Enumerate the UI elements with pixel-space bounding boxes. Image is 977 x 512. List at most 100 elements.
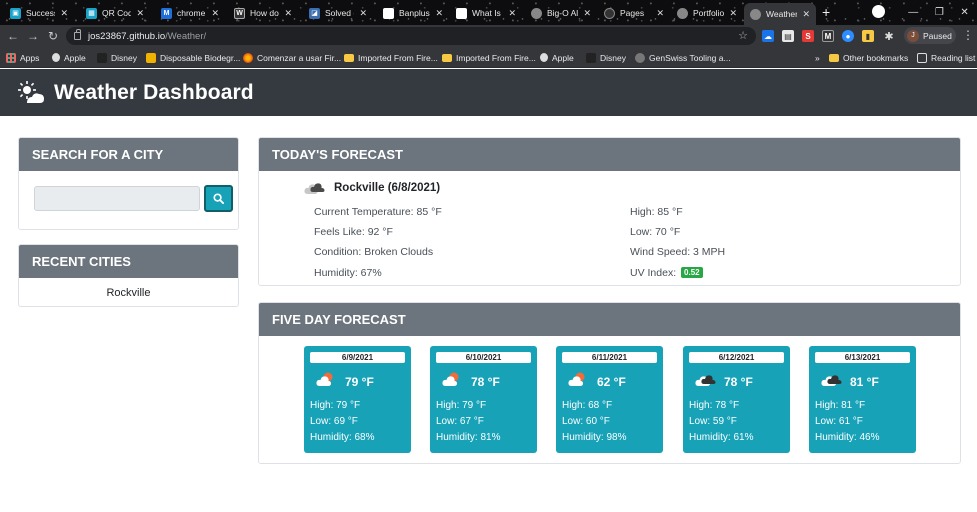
search-button[interactable] bbox=[204, 185, 233, 212]
folder-icon bbox=[829, 53, 839, 62]
bookmark-label: Apple bbox=[64, 52, 86, 63]
lock-icon[interactable] bbox=[74, 29, 81, 40]
bookmark-disposable[interactable]: Disposable Biodegr... bbox=[146, 51, 240, 64]
high-temperature: High: 85 °F bbox=[630, 206, 683, 218]
url-text[interactable]: jos23867.github.io/Weather/ bbox=[88, 31, 206, 42]
new-tab-button[interactable]: + bbox=[822, 4, 830, 20]
page-icon bbox=[383, 7, 394, 19]
five-day-forecast-card: Five Day Forecast 6/9/2021 79 °F High: 7… bbox=[258, 302, 961, 464]
bookmarks-overflow-button[interactable]: » bbox=[815, 51, 820, 64]
bookmark-comenzar[interactable]: Comenzar a usar Fir... bbox=[243, 51, 341, 64]
close-icon[interactable]: ✕ bbox=[729, 8, 737, 19]
close-icon[interactable]: ✕ bbox=[60, 8, 68, 19]
uv-index-label: UV Index: bbox=[630, 267, 677, 279]
tab-label: Big-O Al bbox=[547, 8, 579, 18]
w-icon: W bbox=[234, 7, 245, 19]
extension-s-icon[interactable]: S bbox=[802, 30, 814, 42]
tab-banplus[interactable]: Banplus ✕ bbox=[377, 3, 449, 23]
tab-chrome[interactable]: M chrome ✕ bbox=[155, 3, 225, 23]
other-bookmarks[interactable]: Other bookmarks bbox=[829, 51, 908, 64]
tab-what-is[interactable]: What Is ✕ bbox=[450, 3, 522, 23]
bookmark-imported-2[interactable]: Imported From Fire... bbox=[442, 51, 536, 64]
close-icon[interactable]: ✕ bbox=[284, 8, 292, 19]
bookmark-disney[interactable]: Disney bbox=[97, 51, 137, 64]
minimize-icon[interactable]: — bbox=[908, 7, 918, 18]
url-path: /Weather/ bbox=[165, 30, 207, 42]
bookmark-imported-1[interactable]: Imported From Fire... bbox=[344, 51, 438, 64]
dark-clouds-icon bbox=[821, 375, 842, 386]
tab-label: Portfolio bbox=[693, 8, 725, 18]
close-icon[interactable]: ✕ bbox=[656, 8, 664, 19]
close-icon[interactable]: ✕ bbox=[583, 8, 591, 19]
bookmark-label: Other bookmarks bbox=[843, 52, 909, 63]
forward-arrow-icon[interactable]: → bbox=[25, 28, 41, 44]
tab-label: Solved - bbox=[325, 8, 355, 18]
tab-success[interactable]: ▣ Success ✕ bbox=[4, 3, 74, 23]
tab-weather[interactable]: Weather ✕ bbox=[744, 3, 816, 25]
forecast-low: Low: 61 °F bbox=[815, 416, 863, 427]
reading-list[interactable]: Reading list bbox=[917, 51, 975, 64]
close-icon[interactable]: ✕ bbox=[359, 8, 367, 19]
bookmark-icon bbox=[146, 52, 156, 63]
menu-dots-icon[interactable]: ⋮ bbox=[962, 28, 974, 42]
back-arrow-icon[interactable]: ← bbox=[5, 28, 21, 44]
forecast-day-card: 6/10/2021 78 °F High: 79 °F Low: 67 °F H… bbox=[430, 346, 537, 453]
tab-label: What Is bbox=[472, 8, 501, 18]
maximize-icon[interactable]: ❐ bbox=[935, 7, 944, 18]
bookmark-star-icon[interactable]: ☆ bbox=[738, 29, 748, 42]
m-icon: M bbox=[161, 7, 172, 19]
close-icon[interactable]: ✕ bbox=[435, 8, 443, 19]
tab-solved[interactable]: ◪ Solved - ✕ bbox=[303, 3, 373, 23]
tab-portfolio[interactable]: Portfolio ✕ bbox=[671, 3, 743, 23]
extension-gmail-icon[interactable]: M bbox=[822, 30, 834, 42]
extension-notes-icon[interactable]: ▮ bbox=[862, 30, 874, 42]
forecast-day-card: 6/12/2021 78 °F High: 78 °F Low: 59 °F H… bbox=[683, 346, 790, 453]
folder-icon bbox=[442, 53, 452, 62]
tab-pages[interactable]: Pages ✕ bbox=[598, 3, 670, 23]
close-icon[interactable]: ✕ bbox=[508, 8, 516, 19]
browser-toolbar: ← → ↻ jos23867.github.io/Weather/ ☆ ☁ ▤ … bbox=[0, 25, 977, 47]
tab-how-do-i[interactable]: W How do I ✕ bbox=[228, 3, 298, 23]
forecast-temperature: 81 °F bbox=[850, 375, 879, 389]
close-icon[interactable]: ✕ bbox=[211, 8, 219, 19]
forecast-humidity: Humidity: 68% bbox=[310, 432, 375, 443]
window-close-icon[interactable]: ✕ bbox=[960, 7, 968, 18]
forecast-humidity: Humidity: 61% bbox=[689, 432, 754, 443]
bookmark-disney-2[interactable]: Disney bbox=[586, 51, 626, 64]
reading-list-label: Reading list bbox=[931, 52, 976, 63]
bookmark-label: Disposable Biodegr... bbox=[160, 52, 241, 63]
forecast-high: High: 78 °F bbox=[689, 400, 740, 411]
teal-square-icon: ▣ bbox=[10, 7, 21, 19]
site-header: Weather Dashboard bbox=[0, 69, 977, 116]
window-controls: — ❐ ✕ bbox=[900, 0, 977, 25]
disney-icon bbox=[586, 52, 596, 63]
tab-big-o[interactable]: Big-O Al ✕ bbox=[525, 3, 597, 23]
tab-search-icon[interactable] bbox=[872, 5, 885, 18]
extensions-puzzle-icon[interactable]: ✱ bbox=[883, 30, 895, 43]
condition: Condition: Broken Clouds bbox=[314, 246, 434, 258]
profile-button[interactable]: J Paused bbox=[904, 27, 956, 44]
address-bar[interactable]: jos23867.github.io/Weather/ ☆ bbox=[66, 27, 756, 45]
recent-city-item[interactable]: Rockville bbox=[19, 278, 238, 306]
uv-index: UV Index: 0.52 bbox=[630, 267, 703, 279]
bookmark-label: Comenzar a usar Fir... bbox=[257, 52, 342, 63]
sun-cloud-icon bbox=[316, 372, 333, 386]
extension-zoom-icon[interactable]: ● bbox=[842, 30, 854, 42]
forecast-date: 6/12/2021 bbox=[689, 352, 784, 363]
bookmark-apps[interactable]: Apps bbox=[6, 51, 39, 64]
sun-cloud-icon bbox=[442, 372, 459, 386]
bookmark-apple-2[interactable]: Apple bbox=[540, 51, 574, 64]
globe-icon bbox=[635, 52, 645, 63]
github-icon bbox=[604, 7, 615, 19]
tab-qr-code[interactable]: ▦ QR Code ✕ bbox=[80, 3, 150, 23]
sun-cloud-icon bbox=[568, 372, 585, 386]
close-icon[interactable]: ✕ bbox=[802, 9, 810, 20]
extension-page-icon[interactable]: ▤ bbox=[782, 30, 794, 42]
search-card-title: Search for a City bbox=[19, 138, 238, 171]
extension-cloud-icon[interactable]: ☁ bbox=[762, 30, 774, 42]
bookmark-genswiss[interactable]: GenSwiss Tooling a... bbox=[635, 51, 731, 64]
reload-icon[interactable]: ↻ bbox=[45, 28, 61, 44]
bookmark-apple[interactable]: Apple bbox=[52, 51, 86, 64]
close-icon[interactable]: ✕ bbox=[136, 8, 144, 19]
city-search-input[interactable] bbox=[34, 186, 200, 211]
